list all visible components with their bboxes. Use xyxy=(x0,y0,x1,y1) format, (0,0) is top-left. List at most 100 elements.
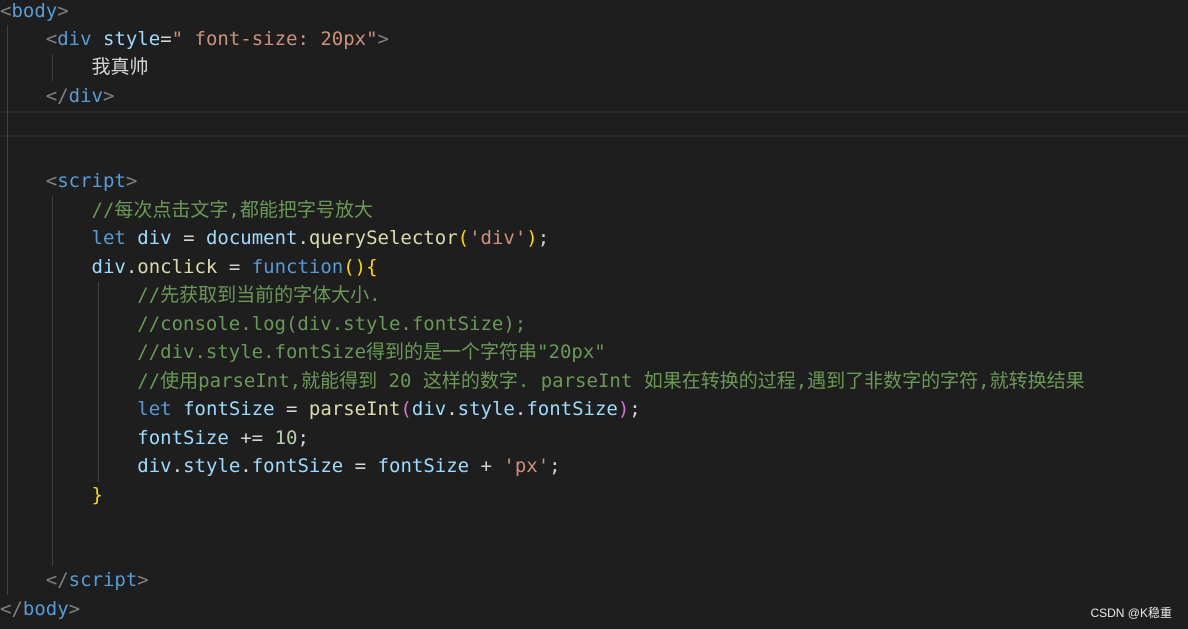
operator: + xyxy=(469,455,504,477)
object: document xyxy=(205,227,298,249)
code-line-11[interactable]: //先获取到当前的字体大小. xyxy=(0,281,1188,310)
code-line-18[interactable]: } xyxy=(0,481,1188,510)
comment: //每次点击文字,都能把字号放大 xyxy=(91,199,373,221)
object: div xyxy=(137,455,172,477)
tag-name: body xyxy=(11,0,58,22)
tag-name: div xyxy=(57,28,92,50)
operator: = xyxy=(343,455,378,477)
code-line-9[interactable]: let div = document.querySelector('div'); xyxy=(0,224,1188,253)
tag-close: > xyxy=(68,598,81,620)
attribute-value: " font-size: 20px" xyxy=(171,28,378,50)
comment: //console.log(div.style.fontSize); xyxy=(137,313,527,335)
variable: fontSize xyxy=(377,455,470,477)
code-line-13[interactable]: //div.style.fontSize得到的是一个字符串"20px" xyxy=(0,338,1188,367)
variable: div xyxy=(137,227,172,249)
current-line-highlight xyxy=(0,111,1188,137)
tag-name: div xyxy=(68,85,103,107)
object: div xyxy=(91,256,126,278)
keyword: function xyxy=(251,256,344,278)
comment: //使用parseInt,就能得到 20 这样的数字. parseInt 如果在… xyxy=(137,370,1085,392)
operator: = xyxy=(217,256,252,278)
watermark: CSDN @K稳重 xyxy=(1090,606,1172,620)
operator: = xyxy=(274,398,309,420)
text-content: 我真帅 xyxy=(91,56,149,78)
tag-name: script xyxy=(68,569,138,591)
tag-open: </ xyxy=(45,85,69,107)
code-line-2[interactable]: <div style=" font-size: 20px"> xyxy=(0,25,1188,54)
brace-close: } xyxy=(91,484,103,506)
function-name: querySelector xyxy=(308,227,458,249)
dot: . xyxy=(297,227,309,249)
code-editor[interactable]: <body> <div style=" font-size: 20px"> 我真… xyxy=(0,0,1188,629)
code-line-21[interactable]: </script> xyxy=(0,566,1188,595)
semicolon: ; xyxy=(297,427,309,449)
code-line-15[interactable]: let fontSize = parseInt(div.style.fontSi… xyxy=(0,395,1188,424)
property: fontSize xyxy=(251,455,344,477)
code-line-1[interactable]: <body> xyxy=(0,0,1188,26)
dot: . xyxy=(240,455,252,477)
dot: . xyxy=(446,398,458,420)
property: fontSize xyxy=(526,398,618,420)
code-line-7[interactable]: <script> xyxy=(0,167,1188,196)
code-line-4[interactable]: </div> xyxy=(0,82,1188,111)
property: onclick xyxy=(137,256,218,278)
paren-close: ) xyxy=(617,398,630,420)
variable: fontSize xyxy=(137,427,229,449)
variable: fontSize xyxy=(183,398,275,420)
dot: . xyxy=(514,398,527,420)
code-line-16[interactable]: fontSize += 10; xyxy=(0,424,1188,453)
string-literal: 'div' xyxy=(469,227,527,249)
code-line-3[interactable]: 我真帅 xyxy=(0,53,1188,82)
string-literal: 'px' xyxy=(503,455,550,477)
number-literal: 10 xyxy=(274,427,298,449)
object: div xyxy=(411,398,447,420)
tag-close: > xyxy=(125,170,138,192)
dot: . xyxy=(125,256,138,278)
property: style xyxy=(183,455,241,477)
tag-open: < xyxy=(0,0,12,22)
semicolon: ; xyxy=(629,398,641,420)
code-line-8[interactable]: //每次点击文字,都能把字号放大 xyxy=(0,196,1188,225)
parens: () xyxy=(343,256,367,278)
comment: //先获取到当前的字体大小. xyxy=(137,284,381,306)
code-line-17[interactable]: div.style.fontSize = fontSize + 'px'; xyxy=(0,452,1188,481)
tag-close: > xyxy=(137,569,149,591)
code-line-22[interactable]: </body> xyxy=(0,595,1188,624)
tag-close: > xyxy=(102,85,115,107)
operator: = xyxy=(171,227,206,249)
dot: . xyxy=(171,455,184,477)
tag-open: </ xyxy=(45,569,69,591)
code-line-12[interactable]: //console.log(div.style.fontSize); xyxy=(0,310,1188,339)
code-line-10[interactable]: div.onclick = function(){ xyxy=(0,253,1188,282)
tag-open: < xyxy=(45,28,58,50)
comment: //div.style.fontSize得到的是一个字符串"20px" xyxy=(137,341,606,363)
tag-open: < xyxy=(45,170,58,192)
tag-close: > xyxy=(377,28,389,50)
paren-close: ) xyxy=(526,227,538,249)
keyword: let xyxy=(91,227,126,249)
code-line-14[interactable]: //使用parseInt,就能得到 20 这样的数字. parseInt 如果在… xyxy=(0,367,1188,396)
tag-name: script xyxy=(57,170,126,192)
semicolon: ; xyxy=(549,455,561,477)
attribute-name: style xyxy=(91,28,161,50)
keyword: let xyxy=(137,398,172,420)
operator: += xyxy=(228,427,275,449)
property: style xyxy=(457,398,515,420)
tag-open: </ xyxy=(0,598,23,620)
